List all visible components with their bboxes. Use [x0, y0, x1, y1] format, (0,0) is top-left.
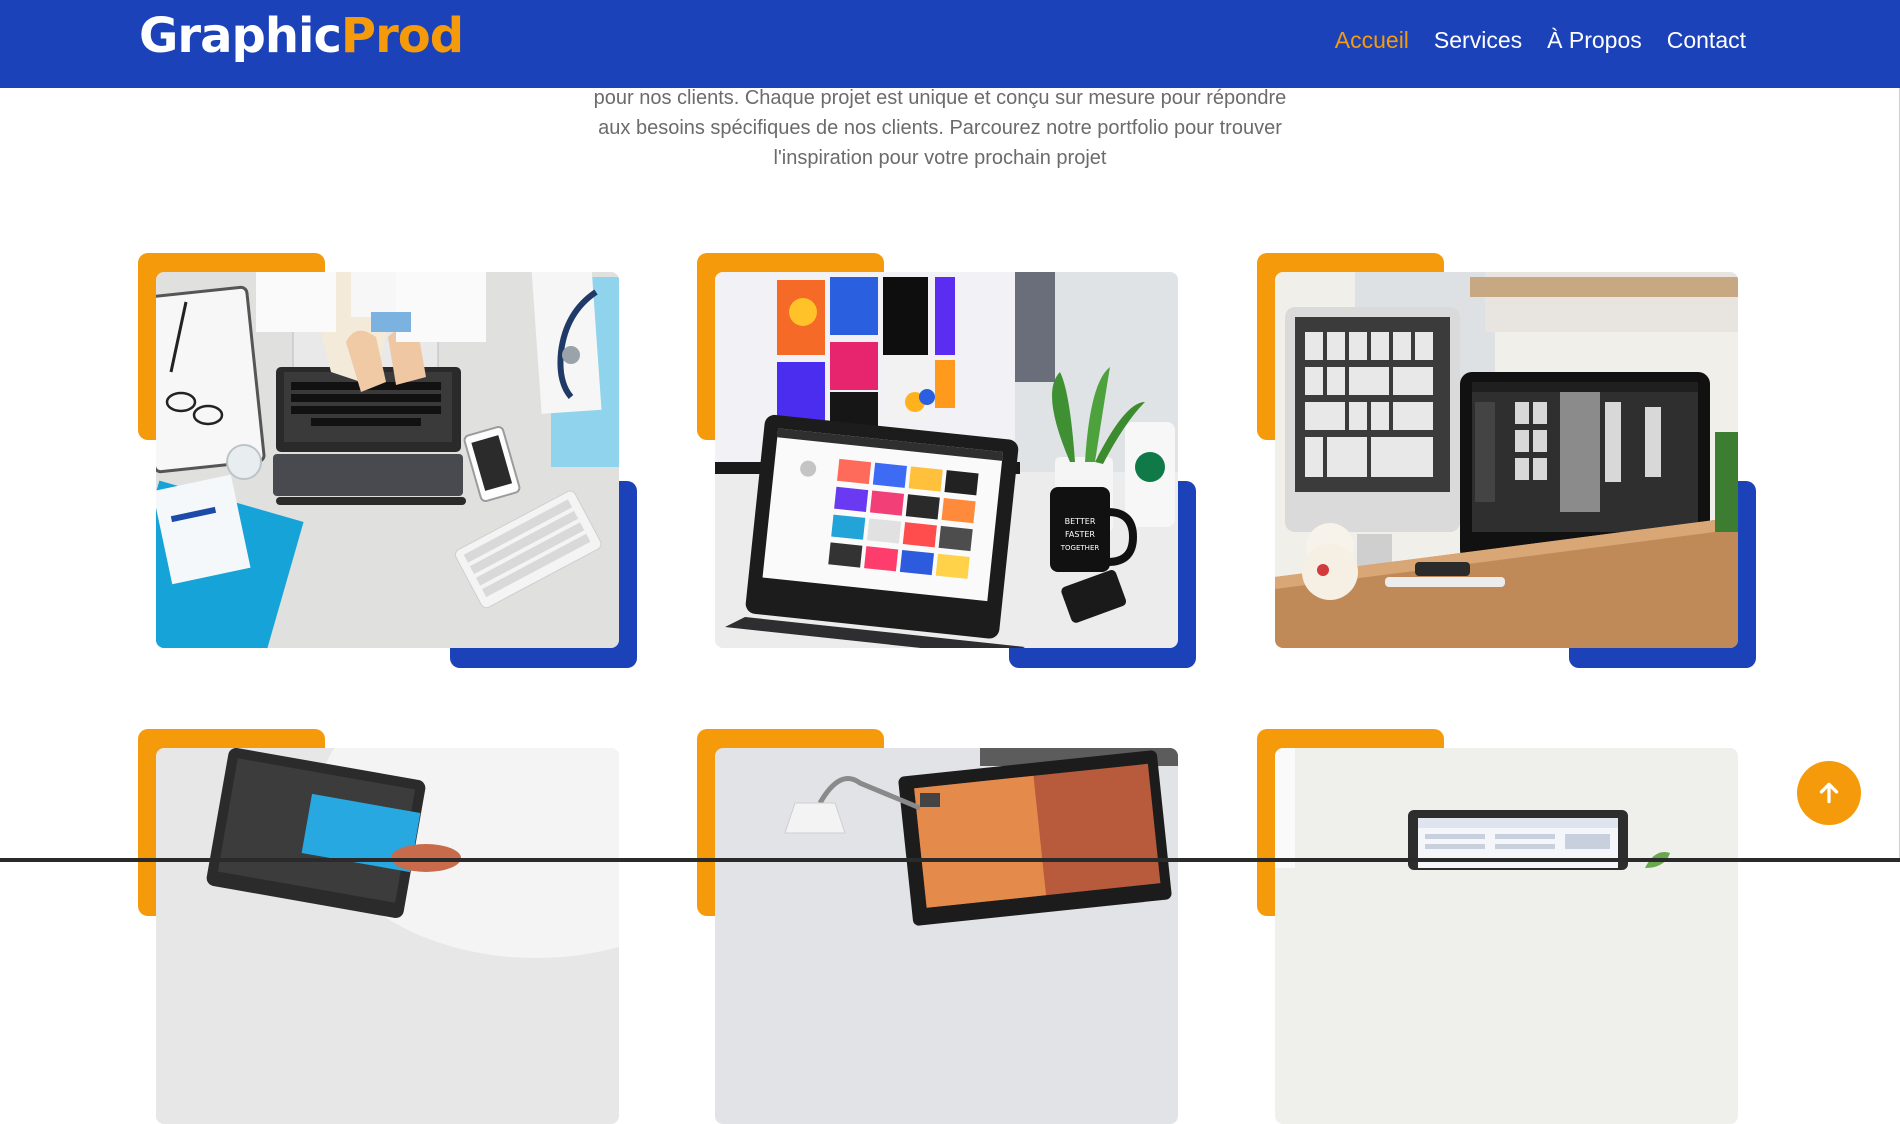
nav-services[interactable]: Services [1434, 24, 1522, 56]
portfolio-image[interactable] [1275, 272, 1738, 648]
nav-accueil[interactable]: Accueil [1335, 24, 1409, 56]
nav-contact[interactable]: Contact [1667, 24, 1746, 56]
portfolio-image[interactable] [715, 748, 1178, 1124]
portfolio-image[interactable] [1275, 748, 1738, 1124]
portfolio-card[interactable]: BETTER FASTER TOGETHER [697, 253, 1177, 648]
portfolio-card[interactable] [697, 729, 1177, 1124]
brand-part-1: Graphic [139, 8, 341, 64]
main-nav: Accueil Services À Propos Contact [1335, 24, 1746, 56]
window-bottom-edge [0, 858, 1900, 862]
brand-part-2: Prod [341, 8, 463, 64]
mug-line: TOGETHER [1060, 544, 1100, 552]
nav-a-propos[interactable]: À Propos [1547, 24, 1642, 56]
portfolio-card[interactable] [1257, 729, 1737, 1124]
scroll-to-top-button[interactable] [1797, 761, 1861, 825]
portfolio-card[interactable] [138, 729, 618, 1124]
intro-line: aux besoins spécifiques de nos clients. … [540, 113, 1340, 143]
site-header: GraphicProd Accueil Services À Propos Co… [0, 0, 1900, 88]
arrow-up-icon [1816, 780, 1842, 806]
mug-line: BETTER [1065, 517, 1096, 526]
intro-line: l'inspiration pour votre prochain projet [540, 143, 1340, 173]
mug-line: FASTER [1065, 530, 1095, 539]
portfolio-image[interactable] [156, 272, 619, 648]
portfolio-card[interactable] [138, 253, 618, 648]
portfolio-intro: pour nos clients. Chaque projet est uniq… [540, 83, 1340, 173]
portfolio-card[interactable] [1257, 253, 1737, 648]
brand-logo[interactable]: GraphicProd [139, 6, 463, 66]
portfolio-image[interactable]: BETTER FASTER TOGETHER [715, 272, 1178, 648]
portfolio-image[interactable] [156, 748, 619, 1124]
